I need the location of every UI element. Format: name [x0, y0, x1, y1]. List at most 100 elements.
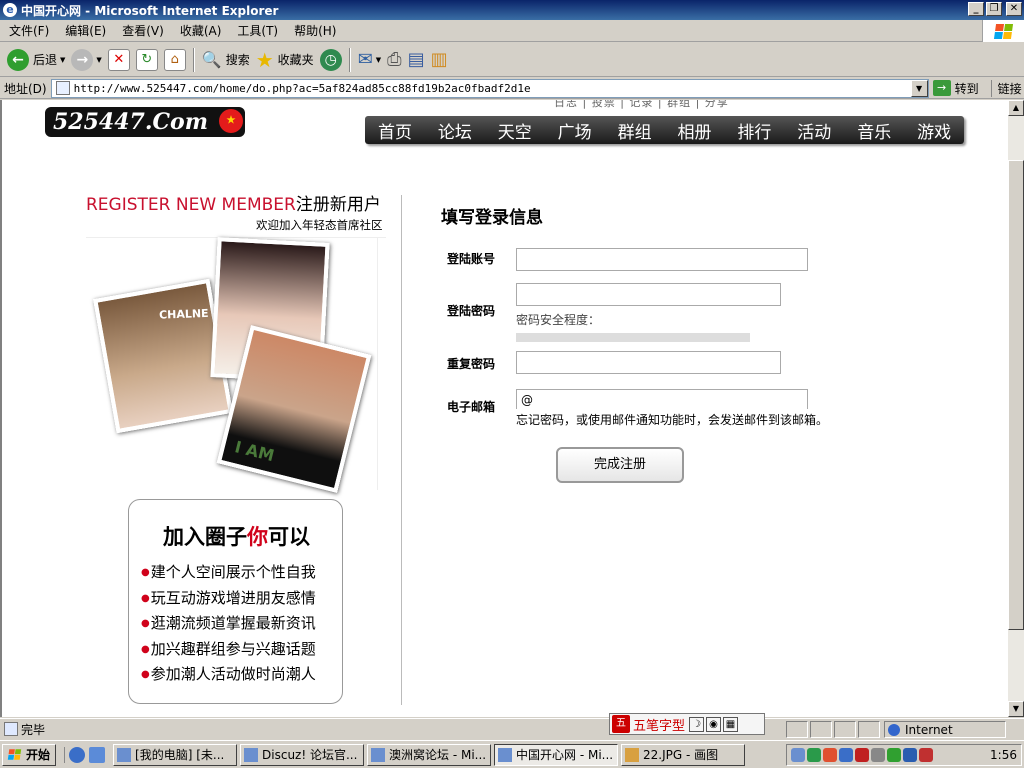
menu-favorites[interactable]: 收藏(A) [171, 22, 229, 39]
address-url[interactable]: http://www.525447.com/home/do.php?ac=5af… [74, 82, 531, 95]
forward-dropdown-icon[interactable]: ▼ [96, 56, 101, 64]
ime-toolbar[interactable]: 五 五笔字型 ☽ ◉ ▦ [609, 713, 765, 735]
nav-events[interactable]: 活动 [784, 118, 844, 143]
address-dropdown-icon[interactable]: ▼ [910, 79, 928, 97]
refresh-button[interactable]: ↻ [133, 46, 161, 74]
printer-icon: ⎙ [387, 49, 402, 70]
task-button[interactable]: 22.JPG - 画图 [621, 743, 746, 766]
address-label: 地址(D) [4, 81, 47, 96]
network-tray-icon[interactable] [839, 748, 853, 762]
page-status-icon [4, 722, 18, 736]
status-bar: 完毕 Internet [0, 718, 1024, 739]
scroll-down-icon[interactable]: ▼ [1008, 701, 1024, 717]
menu-file[interactable]: 文件(F) [0, 22, 56, 39]
umbrella-tray-icon[interactable] [807, 748, 821, 762]
keyboard-tray-icon[interactable] [791, 748, 805, 762]
mail-icon: ✉ [357, 49, 373, 70]
menu-edit[interactable]: 编辑(E) [56, 22, 113, 39]
qq-tray-icon[interactable] [823, 748, 837, 762]
vertical-scrollbar[interactable]: ▲ ▼ [1008, 100, 1024, 717]
print-button[interactable]: ⎙ [384, 46, 404, 74]
menu-view[interactable]: 查看(V) [113, 22, 171, 39]
go-arrow-icon: → [932, 80, 951, 96]
ie-icon [498, 747, 513, 762]
nav-games[interactable]: 游戏 [904, 118, 964, 143]
favorites-label: 收藏夹 [277, 53, 314, 67]
menu-help[interactable]: 帮助(H) [285, 22, 343, 39]
system-tray: 1:56 [786, 744, 1022, 766]
nav-forum[interactable]: 论坛 [425, 118, 485, 143]
globe-icon [888, 723, 900, 736]
submit-register-button[interactable]: 完成注册 [556, 447, 684, 483]
back-arrow-icon: ← [7, 48, 29, 71]
links-button[interactable]: 链接 [990, 79, 1022, 97]
shield-tray-icon[interactable] [855, 748, 869, 762]
favorites-button[interactable]: ★ 收藏夹 [253, 46, 317, 74]
plus-tray-icon[interactable] [887, 748, 901, 762]
search-button[interactable]: 🔍 搜索 [199, 46, 253, 74]
task-label: 中国开心网 - Mi... [516, 748, 614, 762]
stop-button[interactable]: ✕ [105, 46, 133, 74]
home-button[interactable]: ⌂ [161, 46, 189, 74]
punctuation-icon[interactable]: ◉ [706, 716, 722, 732]
site-logo[interactable]: 525447.Com ★ [45, 107, 245, 137]
stop-icon: ✕ [107, 48, 130, 71]
account-input[interactable] [516, 248, 808, 271]
start-button[interactable]: 开始 [2, 743, 57, 766]
menu-tools[interactable]: 工具(T) [228, 22, 285, 39]
task-button[interactable]: 澳洲窝论坛 - Mi... [367, 743, 492, 766]
nav-music[interactable]: 音乐 [844, 118, 904, 143]
task-button[interactable]: [我的电脑] [未... [113, 743, 238, 766]
back-dropdown-icon[interactable]: ▼ [60, 56, 65, 64]
security-tray-icon[interactable] [903, 748, 917, 762]
nav-ranking[interactable]: 排行 [724, 118, 784, 143]
nav-square[interactable]: 广场 [545, 118, 605, 143]
ie-icon [371, 747, 386, 762]
clock[interactable]: 1:56 [990, 748, 1017, 762]
messenger-button[interactable]: ▥ [428, 46, 451, 74]
forward-button[interactable]: → ▼ [68, 46, 104, 74]
task-label: 澳洲窝论坛 - Mi... [389, 748, 487, 762]
email-input[interactable]: @ [516, 389, 808, 409]
history-button[interactable]: ◷ [317, 46, 345, 74]
window-titlebar[interactable]: e 中国开心网 - Microsoft Internet Explorer _ … [0, 0, 1024, 20]
task-button[interactable]: 中国开心网 - Mi... [494, 743, 619, 766]
email-hint: 忘记密码，或使用邮件通知功能时，会发送邮件到该邮箱。 [516, 413, 829, 427]
disconnected-tray-icon[interactable] [919, 748, 933, 762]
repeat-password-input[interactable] [516, 351, 781, 374]
restore-button[interactable]: ❐ [986, 2, 1002, 16]
half-width-moon-icon[interactable]: ☽ [689, 716, 705, 732]
soft-keyboard-icon[interactable]: ▦ [723, 716, 739, 732]
back-button[interactable]: ← 后退 ▼ [4, 46, 68, 74]
nav-groups[interactable]: 群组 [605, 118, 665, 143]
ime-seal-icon[interactable]: 五 [612, 715, 630, 733]
search-label: 搜索 [225, 53, 250, 67]
mail-dropdown-icon[interactable]: ▼ [376, 56, 381, 64]
nav-sky[interactable]: 天空 [485, 118, 545, 143]
paint-icon [625, 747, 640, 762]
minimize-button[interactable]: _ [968, 2, 984, 16]
ime-name[interactable]: 五笔字型 [633, 715, 685, 734]
password-label: 登陆密码 [447, 304, 496, 318]
quick-launch [64, 746, 106, 763]
close-button[interactable]: ✕ [1006, 2, 1022, 16]
address-input[interactable]: http://www.525447.com/home/do.php?ac=5af… [50, 78, 929, 98]
site-top-links[interactable]: 日志 | 投票 | 记录 | 群组 | 分享 [554, 100, 729, 110]
ie-quicklaunch-icon[interactable] [69, 746, 86, 763]
task-button[interactable]: Discuz! 论坛官... [240, 743, 365, 766]
task-label: 22.JPG - 画图 [643, 748, 719, 762]
edit-button[interactable]: ▤ [405, 46, 428, 74]
nav-home[interactable]: 首页 [365, 118, 425, 143]
password-strength-meter [516, 333, 750, 342]
taskbar: 开始 [我的电脑] [未... Discuz! 论坛官... 澳洲窝论坛 - M… [0, 740, 1024, 768]
nav-album[interactable]: 相册 [665, 118, 725, 143]
go-button[interactable]: → 转到 [932, 80, 979, 97]
disk-tray-icon[interactable] [871, 748, 885, 762]
scroll-thumb[interactable] [1008, 160, 1024, 630]
task-label: Discuz! 论坛官... [262, 748, 358, 762]
password-input[interactable] [516, 283, 781, 306]
mail-button[interactable]: ✉ ▼ [355, 46, 384, 74]
desktop-quicklaunch-icon[interactable] [89, 746, 106, 763]
page-viewport: 日志 | 投票 | 记录 | 群组 | 分享 525447.Com ★ 首页 论… [0, 100, 1008, 717]
scroll-up-icon[interactable]: ▲ [1008, 100, 1024, 116]
